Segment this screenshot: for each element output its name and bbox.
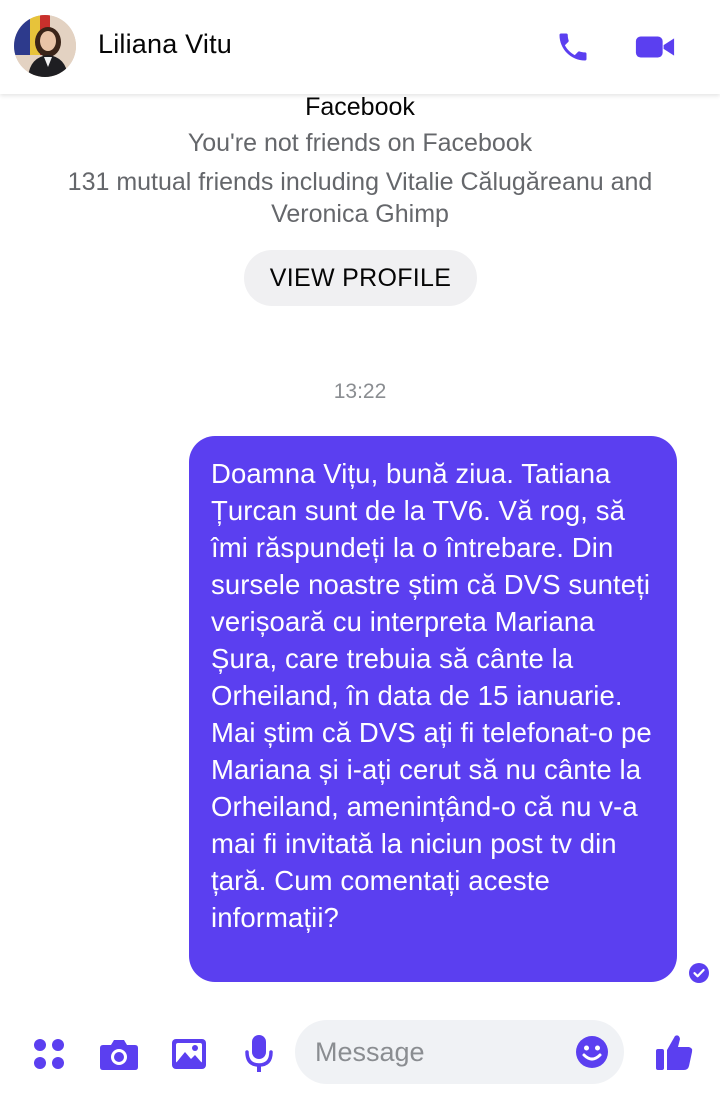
contact-name[interactable]: Liliana Vitu [98, 29, 232, 60]
mutual-friends-text: 131 mutual friends including Vitalie Căl… [67, 168, 653, 228]
view-profile-button[interactable]: VIEW PROFILE [244, 250, 477, 306]
message-timestamp: 13:22 [333, 380, 387, 403]
chat-header: Liliana Vitu [0, 0, 720, 94]
messenger-chat-screen: Liliana Vitu Facebook You're not friends… [0, 0, 720, 1097]
emoji-icon[interactable] [575, 1035, 609, 1069]
phone-icon[interactable] [552, 26, 594, 68]
gallery-icon[interactable] [167, 1032, 211, 1076]
apps-icon[interactable] [27, 1032, 71, 1076]
avatar[interactable] [14, 15, 76, 77]
message-composer [0, 1010, 720, 1097]
platform-name: Facebook [305, 93, 415, 121]
microphone-icon[interactable] [237, 1032, 281, 1076]
video-camera-icon[interactable] [634, 26, 676, 68]
message-field [295, 1020, 624, 1084]
seen-check-icon [689, 963, 709, 983]
message-input[interactable] [315, 1032, 565, 1072]
friend-status-text: You're not friends on Facebook [187, 129, 533, 157]
thumbs-up-icon[interactable] [652, 1030, 696, 1074]
outgoing-message-bubble[interactable]: Doamna Vițu, bună ziua. Tatiana Țurcan s… [189, 436, 677, 982]
camera-icon[interactable] [97, 1032, 141, 1076]
